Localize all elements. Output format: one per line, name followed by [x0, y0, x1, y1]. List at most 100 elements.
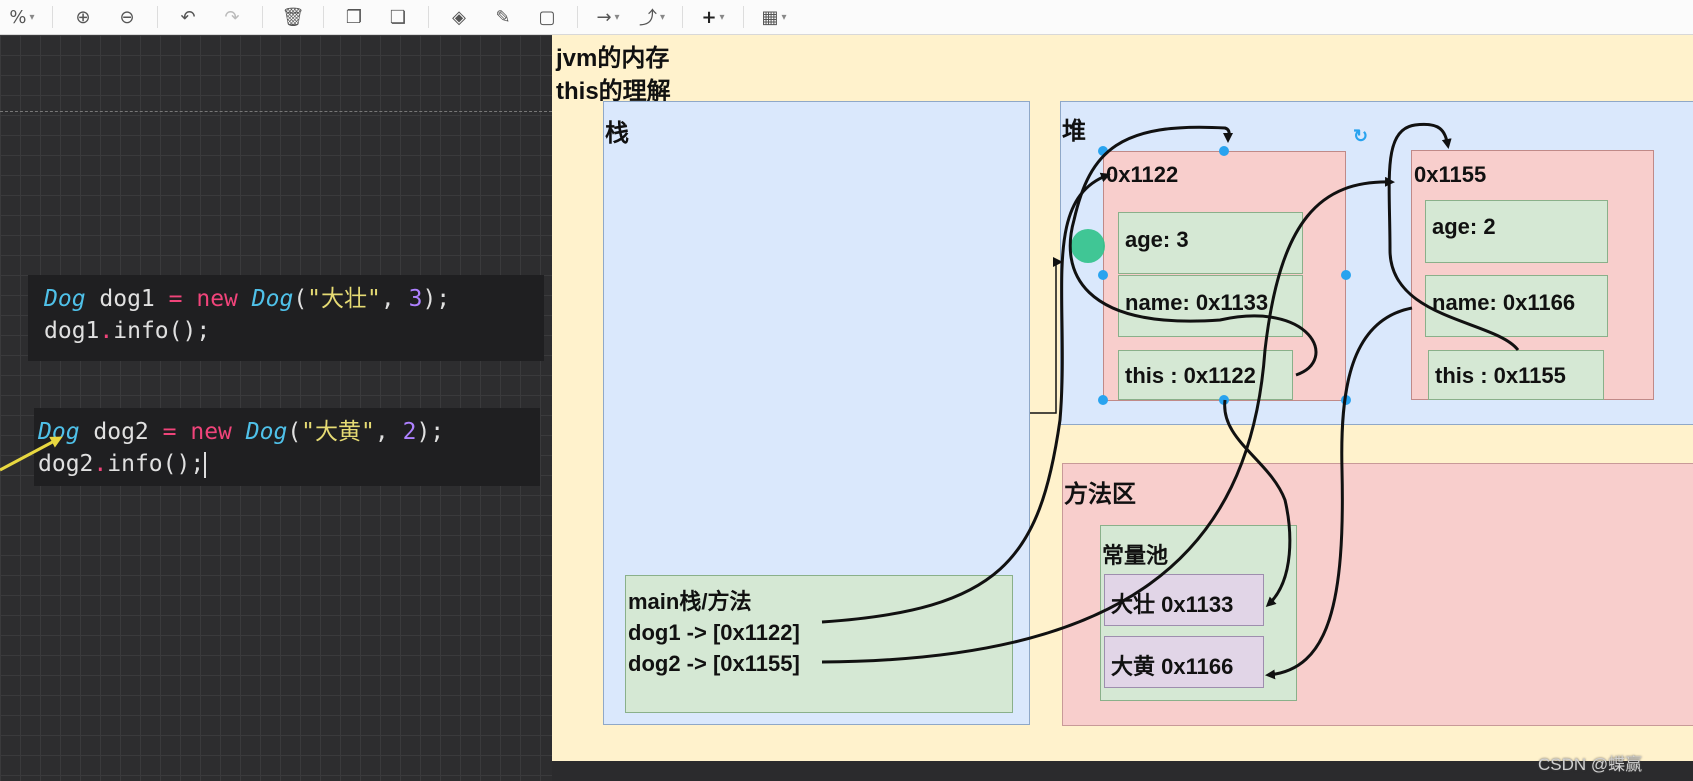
code-token: dog1: [85, 286, 169, 312]
pool-item-dahuang[interactable]: 大黄 0x1166: [1104, 636, 1264, 688]
pool-item-dazhuang[interactable]: 大壮 0x1133: [1104, 574, 1264, 626]
text-cursor: [204, 451, 207, 478]
code-token: dog1: [44, 318, 100, 344]
chevron-down-icon: ▾: [659, 11, 666, 23]
dog2-reference: dog2 -> [0x1155]: [628, 651, 800, 676]
code-token: dog2: [79, 419, 163, 445]
line-color-button[interactable]: ✎: [485, 2, 521, 32]
insert-button[interactable]: + ▾: [695, 2, 731, 32]
code-token: ,: [374, 419, 403, 445]
resize-handle[interactable]: [1098, 395, 1108, 405]
toolbar: % ▾ ⊕ ⊖ ↶ ↷ 🗑 ❐ ❏ ◈ ✎ ▢ → ▾ ⤴ ▾ + ▾ ▦ ▾: [0, 0, 1693, 35]
toolbar-divider: [743, 6, 744, 28]
object-address: 0x1155: [1414, 162, 1487, 187]
zoom-in-button[interactable]: ⊕: [65, 2, 101, 32]
stack-label: 栈: [605, 120, 629, 147]
main-stack-frame[interactable]: main栈/方法 dog1 -> [0x1122] dog2 -> [0x115…: [625, 575, 1013, 713]
field-this[interactable]: this : 0x1122: [1118, 350, 1293, 400]
code-block-dog1[interactable]: Dog dog1 = new Dog("大壮", 3); dog1.info();: [28, 275, 544, 361]
code-token: "大黄": [301, 419, 375, 445]
delete-button[interactable]: 🗑: [275, 2, 311, 32]
resize-handle[interactable]: [1341, 270, 1351, 280]
toolbar-divider: [428, 6, 429, 28]
code-token: =: [162, 419, 177, 445]
connection-button[interactable]: → ▾: [590, 2, 626, 32]
field-age[interactable]: age: 3: [1118, 212, 1303, 274]
zoom-out-icon: ⊖: [119, 6, 135, 28]
chevron-down-icon: ▾: [781, 11, 787, 23]
rotate-handle-icon[interactable]: ↻: [1353, 126, 1368, 147]
insert-icon: +: [701, 6, 717, 28]
code-line: dog1.info();: [44, 315, 528, 347]
field-age[interactable]: age: 2: [1425, 200, 1608, 263]
code-line: Dog dog2 = new Dog("大黄", 2);: [38, 416, 524, 448]
resize-handle[interactable]: [1341, 395, 1351, 405]
shadow-icon: ▢: [538, 6, 556, 28]
code-token: .: [93, 451, 108, 477]
chevron-down-icon: ▾: [719, 11, 725, 23]
field-this[interactable]: this : 0x1155: [1428, 350, 1604, 400]
to-front-button[interactable]: ❐: [336, 2, 372, 32]
zoom-in-icon: ⊕: [75, 6, 91, 28]
resize-handle[interactable]: [1098, 270, 1108, 280]
code-token: =: [168, 286, 183, 312]
redo-button[interactable]: ↷: [214, 2, 250, 32]
to-front-icon: ❐: [345, 6, 363, 28]
constant-pool-label: 常量池: [1102, 543, 1169, 568]
fill-color-icon: ◈: [452, 6, 466, 28]
heap-label: 堆: [1062, 118, 1086, 145]
shadow-button[interactable]: ▢: [529, 2, 565, 32]
method-area-label: 方法区: [1064, 481, 1136, 508]
resize-handle[interactable]: [1098, 146, 1108, 156]
field-name[interactable]: name: 0x1133: [1118, 275, 1303, 337]
code-token: 3: [408, 286, 423, 312]
undo-button[interactable]: ↶: [170, 2, 206, 32]
toolbar-divider: [577, 6, 578, 28]
waypoints-icon: ⤴: [638, 8, 657, 29]
chevron-down-icon: ▾: [614, 11, 620, 23]
zoom-out-button[interactable]: ⊖: [109, 2, 145, 32]
code-token: (: [287, 419, 302, 445]
resize-handle[interactable]: [1219, 146, 1229, 156]
toolbar-divider: [262, 6, 263, 28]
zoom-label: %: [9, 6, 27, 28]
table-button[interactable]: ▦ ▾: [756, 2, 792, 32]
fill-color-button[interactable]: ◈: [441, 2, 477, 32]
diagram-title-line1: jvm的内存: [556, 45, 670, 72]
code-token: new: [190, 419, 232, 445]
chevron-down-icon: ▾: [29, 11, 35, 23]
toolbar-divider: [52, 6, 53, 28]
code-block-dog2[interactable]: Dog dog2 = new Dog("大黄", 2); dog2.info();: [34, 408, 540, 486]
page-break-line: [0, 111, 552, 112]
code-token: dog2: [38, 451, 94, 477]
code-token: Dog: [44, 286, 86, 312]
resize-handle[interactable]: [1219, 395, 1229, 405]
toolbar-divider: [682, 6, 683, 28]
code-token: new: [196, 286, 238, 312]
connection-icon: →: [596, 6, 612, 28]
toolbar-divider: [323, 6, 324, 28]
undo-icon: ↶: [180, 6, 196, 28]
code-token: 2: [402, 419, 417, 445]
dog1-reference: dog1 -> [0x1122]: [628, 620, 800, 645]
code-line: Dog dog1 = new Dog("大壮", 3);: [44, 283, 528, 315]
code-token: info();: [113, 318, 211, 344]
code-token: Dog: [251, 286, 294, 312]
code-token: (: [293, 286, 308, 312]
waypoints-button[interactable]: ⤴ ▾: [634, 2, 670, 32]
field-name[interactable]: name: 0x1166: [1425, 275, 1608, 337]
code-token: "大壮": [307, 286, 381, 312]
toolbar-divider: [157, 6, 158, 28]
object-address: 0x1122: [1106, 162, 1179, 187]
code-token: .: [99, 318, 114, 344]
connection-point-icon[interactable]: [1071, 229, 1105, 263]
code-line: dog2.info();: [38, 448, 524, 480]
main-frame-title: main栈/方法: [628, 589, 752, 614]
table-icon: ▦: [761, 6, 779, 28]
code-token: );: [422, 286, 451, 312]
zoom-menu-button[interactable]: % ▾: [4, 2, 40, 32]
to-back-button[interactable]: ❏: [380, 2, 416, 32]
